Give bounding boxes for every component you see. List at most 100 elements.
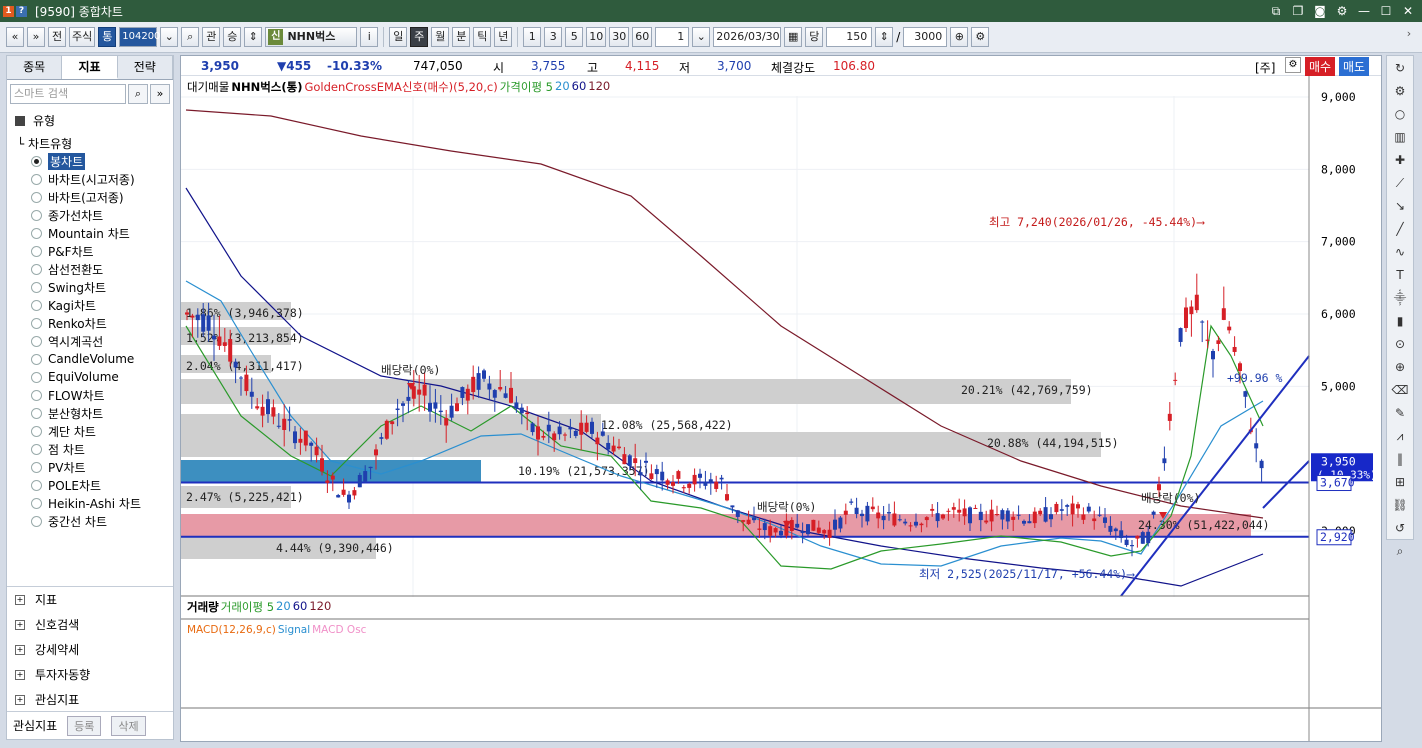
bar-chart-icon[interactable]: ▥	[1389, 126, 1411, 148]
gear-icon[interactable]: ⚙	[1389, 80, 1411, 102]
minimize-icon[interactable]: —	[1356, 3, 1372, 19]
chart-type-option[interactable]: EquiVolume	[31, 368, 173, 386]
period-minute[interactable]: 분	[452, 27, 471, 47]
stock-code-input[interactable]: 104200	[119, 27, 160, 47]
channel-icon[interactable]: ⩘	[1389, 425, 1411, 447]
circle-icon[interactable]: ○	[1389, 103, 1411, 125]
radio-icon[interactable]	[31, 479, 42, 491]
radio-icon[interactable]	[31, 155, 42, 167]
chart-type-option[interactable]: P&F차트	[31, 242, 173, 260]
ray-icon[interactable]: ↘	[1389, 195, 1411, 217]
period-week[interactable]: 주	[410, 27, 429, 47]
maximize-icon[interactable]: ☐	[1378, 3, 1394, 19]
expand-plus-icon[interactable]: +	[15, 619, 25, 630]
code-dropdown-icon[interactable]: ⌄	[160, 27, 179, 47]
calendar-icon[interactable]: ▦	[784, 27, 803, 47]
chart-type-option[interactable]: 분산형차트	[31, 404, 173, 422]
folder-item[interactable]: + 지표	[7, 587, 173, 612]
radio-icon[interactable]	[31, 191, 42, 203]
radio-icon[interactable]	[31, 335, 42, 347]
stock-type-button[interactable]: 주식	[69, 27, 96, 47]
quote-settings-icon[interactable]: ⚙	[1285, 57, 1301, 73]
gwan-button[interactable]: 관	[202, 27, 221, 47]
scroll-right-icon[interactable]: ›	[1402, 27, 1416, 49]
link-icon[interactable]: ⧉	[1268, 3, 1284, 19]
updown-spinner-icon[interactable]: ⇕	[244, 27, 263, 47]
grid-icon[interactable]: ⊞	[1389, 471, 1411, 493]
info-button[interactable]: i	[360, 27, 379, 47]
tab-indicator[interactable]: 지표	[62, 56, 118, 79]
eraser-icon[interactable]: ⌫	[1389, 379, 1411, 401]
period-day[interactable]: 일	[389, 27, 408, 47]
interval-1[interactable]: 1	[523, 27, 542, 47]
smart-search-input[interactable]: 스마트 검색	[10, 84, 126, 104]
prev-button[interactable]: «	[6, 27, 24, 47]
count-spinner-icon[interactable]: ⇕	[875, 27, 894, 47]
chart-type-option[interactable]: FLOW차트	[31, 386, 173, 404]
lock-icon[interactable]: ⛓	[1389, 494, 1411, 516]
interval-10[interactable]: 10	[586, 27, 607, 47]
chart-type-option[interactable]: 점 차트	[31, 440, 173, 458]
next-button[interactable]: »	[27, 27, 45, 47]
copy-icon[interactable]: ❐	[1290, 3, 1306, 19]
chart-type-option[interactable]: 삼선전환도	[31, 260, 173, 278]
chart-type-option[interactable]: 역시계곡선	[31, 332, 173, 350]
radio-icon[interactable]	[31, 245, 42, 257]
radio-icon[interactable]	[31, 227, 42, 239]
chart-settings-icon[interactable]: ⚙	[971, 27, 990, 47]
period-month[interactable]: 월	[431, 27, 450, 47]
chart-type-option[interactable]: Heikin-Ashi 차트	[31, 494, 173, 512]
interval-5[interactable]: 5	[565, 27, 584, 47]
max-count-input[interactable]: 3000	[903, 27, 948, 47]
help-icon[interactable]: ?	[16, 5, 27, 17]
expand-plus-icon[interactable]: +	[15, 694, 25, 705]
seung-button[interactable]: 승	[223, 27, 242, 47]
stock-name-field[interactable]: 신 NHN벅스	[265, 27, 358, 47]
folder-item[interactable]: + 관심지표	[7, 687, 173, 712]
expand-plus-icon[interactable]: +	[15, 594, 25, 605]
cross-icon[interactable]: ✚	[1389, 149, 1411, 171]
chart-type-option[interactable]: 중간선 차트	[31, 512, 173, 530]
chart-type-option[interactable]: 바차트(고저종)	[31, 188, 173, 206]
zoom-in-icon[interactable]: ⊕	[1389, 356, 1411, 378]
register-button[interactable]: 등록	[67, 715, 102, 736]
chart-type-option[interactable]: PV차트	[31, 458, 173, 476]
camera-icon[interactable]: ◙	[1312, 3, 1328, 19]
refresh-icon[interactable]: ↻	[1389, 57, 1411, 79]
period-year[interactable]: 년	[494, 27, 513, 47]
dang-button[interactable]: 당	[805, 27, 824, 47]
chart-type-option[interactable]: POLE차트	[31, 476, 173, 494]
zoom-icon[interactable]: ⊕	[950, 27, 969, 47]
radio-icon[interactable]	[31, 389, 42, 401]
date-input[interactable]: 2026/03/30	[713, 27, 782, 47]
text-tool-icon[interactable]: T	[1389, 264, 1411, 286]
pencil-icon[interactable]: ✎	[1389, 402, 1411, 424]
buy-button[interactable]: 매수	[1305, 57, 1336, 76]
radio-icon[interactable]	[31, 497, 42, 509]
folder-item[interactable]: + 강세약세	[7, 637, 173, 662]
radio-icon[interactable]	[31, 263, 42, 275]
chart-area[interactable]: 3,950 ▼455 -10.33% 747,050 시 3,755 고 4,1…	[180, 55, 1382, 742]
settings-icon[interactable]: ⚙	[1334, 3, 1350, 19]
count-input[interactable]: 150	[826, 27, 873, 47]
radio-icon[interactable]	[31, 443, 42, 455]
radio-icon[interactable]	[31, 299, 42, 311]
tong-button[interactable]: 통	[98, 27, 117, 47]
bars-icon[interactable]: ‖	[1389, 448, 1411, 470]
radio-icon[interactable]	[31, 461, 42, 473]
expand-plus-icon[interactable]: +	[15, 644, 25, 655]
type-folder[interactable]: 유형	[15, 112, 173, 129]
close-icon[interactable]: ✕	[1400, 3, 1416, 19]
chart-type-option[interactable]: 종가선차트	[31, 206, 173, 224]
radio-icon[interactable]	[31, 281, 42, 293]
interval-3[interactable]: 3	[544, 27, 563, 47]
radio-icon[interactable]	[31, 425, 42, 437]
interval-60[interactable]: 60	[632, 27, 653, 47]
period-tick[interactable]: 틱	[473, 27, 492, 47]
chart-type-option[interactable]: Renko차트	[31, 314, 173, 332]
line-icon[interactable]: ╱	[1389, 218, 1411, 240]
magnify-icon[interactable]: ⊙	[1389, 333, 1411, 355]
search-icon[interactable]: ⌕	[1389, 540, 1411, 562]
delete-button[interactable]: 삭제	[111, 715, 146, 736]
chart-type-option[interactable]: Kagi차트	[31, 296, 173, 314]
